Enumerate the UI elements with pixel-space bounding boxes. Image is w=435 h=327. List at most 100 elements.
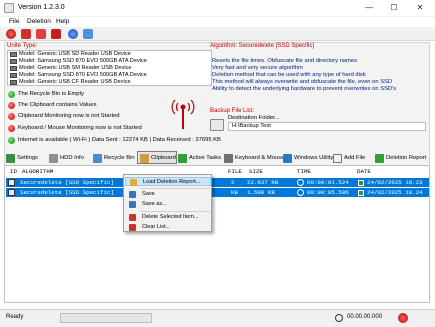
cell-algorithm: Securedelete [SSD Specific] xyxy=(20,189,114,196)
delete-folder-icon[interactable] xyxy=(51,29,61,39)
column-header-time[interactable]: TIME xyxy=(297,168,311,175)
menu-help[interactable]: Help xyxy=(56,18,69,25)
delete-file-icon[interactable] xyxy=(21,29,31,39)
menu-file[interactable]: File xyxy=(9,18,19,25)
status-text: Ready xyxy=(6,314,24,320)
column-header-size[interactable]: SIZE xyxy=(249,168,263,175)
keyboard-mouse-button[interactable]: Keyboard & Mouse xyxy=(221,151,285,164)
drive-icon xyxy=(10,59,17,64)
recycle-bin-button[interactable]: Recycle Bin xyxy=(90,151,136,164)
backup-drive-icon[interactable] xyxy=(210,119,224,131)
save-as-icon xyxy=(129,201,136,208)
table-row[interactable]: Securedelete [SSD Specific] KB 1.580 KB … xyxy=(6,188,429,197)
window-title: Version 1.2.3.0 xyxy=(18,4,65,11)
clipboard-icon xyxy=(140,154,149,163)
app-icon xyxy=(4,3,14,13)
status-red-icon xyxy=(8,112,15,120)
algorithm-description: Resets the file times. Obfuscate file an… xyxy=(212,58,397,92)
keyboard-icon xyxy=(224,154,233,163)
report-icon xyxy=(375,154,384,163)
stop-icon[interactable] xyxy=(398,313,408,323)
deletion-report-table[interactable]: ID ALGORITHM FILE SIZE TIME DATE Secured… xyxy=(4,165,430,303)
menu-save-as[interactable]: Save as... xyxy=(125,200,211,209)
open-folder-icon[interactable] xyxy=(36,29,46,39)
row-icon xyxy=(8,189,15,196)
main-toolbar xyxy=(0,27,435,41)
list-item[interactable]: Model: Generic USB SD Reader USB Device xyxy=(8,51,211,58)
table-row[interactable]: Securedelete [SSD Specific] 2 22.837 KB … xyxy=(6,178,429,187)
column-header-id[interactable]: ID xyxy=(10,168,17,175)
save-icon xyxy=(129,191,136,198)
windows-utility-button[interactable]: Windows Utility xyxy=(280,151,334,164)
status-bar: Ready 00.00.00.000 xyxy=(0,309,435,327)
hdd-info-button[interactable]: HDD Info xyxy=(46,151,85,164)
cell-file: 2 xyxy=(231,179,235,186)
usb-device-list[interactable]: Model: Generic USB SD Reader USB Device … xyxy=(7,50,212,86)
list-item[interactable]: Model: Generic USB CF Reader USB Device xyxy=(8,79,211,85)
maximize-button[interactable]: ☐ xyxy=(382,0,406,16)
drive-icon xyxy=(10,80,17,85)
column-header-algorithm[interactable]: ALGORITHM xyxy=(22,168,53,175)
elapsed-time: 00.00.00.000 xyxy=(347,314,383,320)
drive-icon xyxy=(10,66,17,71)
recycle-bin-icon xyxy=(93,154,102,163)
row-icon xyxy=(8,179,15,186)
algorithm-label: Algorithm: Securedelete [SSD Specific] xyxy=(210,43,315,49)
backup-label: Backup File List: xyxy=(210,108,255,114)
keyboard-monitor-status: Keyboard / Mouse Monitoring now is not S… xyxy=(8,124,142,132)
cell-time: 00:00:05.596 xyxy=(307,189,349,196)
backup-path-field[interactable]: H:\Backup Test xyxy=(228,122,426,131)
calendar-icon xyxy=(358,179,364,186)
menu-delete-selected[interactable]: Delete Selected Item... xyxy=(125,213,211,222)
context-menu: Load Deletion Report... Save Save as... … xyxy=(123,174,212,232)
menu-separator xyxy=(140,188,210,189)
calendar-icon xyxy=(358,189,364,196)
clipboard-button[interactable]: Clipboard xyxy=(137,151,177,164)
shield-icon[interactable] xyxy=(83,29,93,39)
minimize-button[interactable]: — xyxy=(357,0,381,16)
menu-separator xyxy=(140,211,210,212)
menu-save[interactable]: Save xyxy=(125,190,211,199)
folder-icon xyxy=(130,179,137,186)
destination-folder-label: Destination Folder... xyxy=(228,115,280,121)
list-item[interactable]: Model: Generic USB SM Reader USB Device xyxy=(8,65,211,72)
status-red-icon xyxy=(8,124,15,132)
title-bar: Version 1.2.3.0 — ☐ ✕ xyxy=(0,0,435,17)
menu-clear-list[interactable]: Clear List... xyxy=(125,223,211,232)
progress-bar xyxy=(60,313,152,323)
active-tasks-button[interactable]: Active Tasks xyxy=(175,151,222,164)
add-file-button[interactable]: Add File xyxy=(330,151,366,164)
clipboard-status: The Clipboard contains Values xyxy=(8,101,97,109)
delete-icon xyxy=(129,214,136,221)
gear-icon xyxy=(6,154,15,163)
clock-icon xyxy=(297,189,304,196)
deletion-report-button[interactable]: Deletion Report xyxy=(372,151,427,164)
menu-load-deletion-report[interactable]: Load Deletion Report... xyxy=(125,177,211,186)
status-red-icon xyxy=(8,101,15,109)
clock-icon xyxy=(335,314,343,322)
drive-icon xyxy=(10,52,17,57)
clear-icon xyxy=(129,224,136,231)
function-toolbar: Settings HDD Info Recycle Bin Clipboard … xyxy=(0,151,435,165)
column-header-file[interactable]: FILE xyxy=(228,168,242,175)
tasks-icon xyxy=(178,154,187,163)
cell-time: 00:00:01.524 xyxy=(307,179,349,186)
list-item[interactable]: Model: Samsung SSD 870 EVO 500GB ATA Dev… xyxy=(8,72,211,79)
cell-size: 1.580 KB xyxy=(247,189,275,196)
status-green-icon xyxy=(8,90,15,98)
recycle-bin-status: The Recycle Bin is Empty xyxy=(8,90,84,98)
list-item[interactable]: Model: Samsung SSD 870 EVO 500GB ATA Dev… xyxy=(8,58,211,65)
cell-file: KB xyxy=(231,189,238,196)
settings-button[interactable]: Settings xyxy=(3,151,39,164)
close-button[interactable]: ✕ xyxy=(408,0,432,16)
power-icon[interactable] xyxy=(6,29,16,39)
help-icon[interactable] xyxy=(68,29,78,39)
wifi-antenna-icon xyxy=(171,99,195,129)
windows-icon xyxy=(283,154,292,163)
clock-icon xyxy=(297,179,304,186)
menu-bar: File Deletion Help xyxy=(0,17,435,27)
menu-deletion[interactable]: Deletion xyxy=(27,18,51,25)
cell-size: 22.837 KB xyxy=(247,179,279,186)
cell-date: 24/02/2025 18.24 xyxy=(367,189,423,196)
column-header-date[interactable]: DATE xyxy=(357,168,371,175)
